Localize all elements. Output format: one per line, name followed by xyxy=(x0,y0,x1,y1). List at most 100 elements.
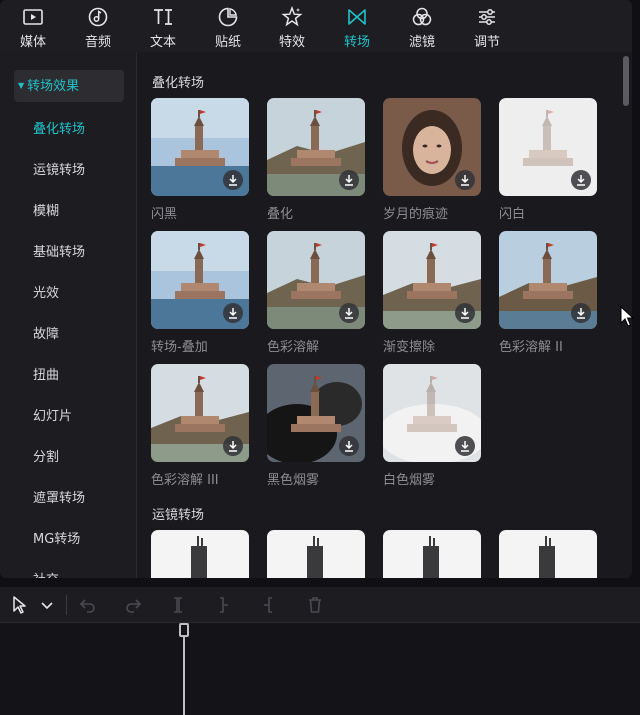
download-icon[interactable] xyxy=(571,303,591,323)
transition-card[interactable]: 闪白 xyxy=(499,98,597,222)
tab-adjust[interactable]: 调节 xyxy=(459,6,515,50)
media-icon xyxy=(23,9,43,25)
trim-left-icon[interactable] xyxy=(213,595,233,615)
tab-label: 贴纸 xyxy=(214,35,241,50)
effects-icon xyxy=(281,6,303,27)
tab-sticker[interactable]: 贴纸 xyxy=(200,6,256,50)
download-icon[interactable] xyxy=(223,170,243,190)
redo-icon[interactable] xyxy=(123,595,143,615)
audio-icon xyxy=(88,7,108,27)
transition-card[interactable]: 黑色烟雾 xyxy=(267,364,365,488)
download-icon[interactable] xyxy=(455,303,475,323)
transition-card[interactable]: 色彩溶解 II xyxy=(499,231,597,355)
sidebar-item-blur[interactable]: 模糊 xyxy=(33,202,59,222)
transition-thumbnail[interactable] xyxy=(383,231,481,329)
tab-label: 调节 xyxy=(473,35,500,50)
download-icon[interactable] xyxy=(339,303,359,323)
sidebar-item-light[interactable]: 光效 xyxy=(33,284,59,304)
transition-thumbnail[interactable] xyxy=(383,98,481,196)
transition-thumbnail[interactable] xyxy=(151,364,249,462)
section-title: 叠化转场 xyxy=(152,76,205,91)
tab-text[interactable]: 文本 xyxy=(135,6,191,50)
transition-card[interactable] xyxy=(499,530,597,578)
transition-thumbnail[interactable] xyxy=(267,98,365,196)
download-icon[interactable] xyxy=(339,436,359,456)
adjust-icon xyxy=(479,9,495,25)
transition-card[interactable]: 闪黑 xyxy=(151,98,249,222)
transition-thumbnail[interactable] xyxy=(499,231,597,329)
sidebar-item-glitch[interactable]: 故障 xyxy=(33,325,59,345)
scrollbar[interactable] xyxy=(623,56,629,106)
sidebar-item-mask[interactable]: 遮罩转场 xyxy=(33,489,85,509)
transition-thumbnail[interactable] xyxy=(151,530,249,578)
transition-card[interactable]: 色彩溶解 III xyxy=(151,364,249,488)
toolbar-divider xyxy=(66,595,67,615)
sidebar-item-slideshow[interactable]: 幻灯片 xyxy=(33,407,72,427)
download-icon[interactable] xyxy=(571,170,591,190)
transition-card[interactable] xyxy=(267,530,365,578)
download-icon[interactable] xyxy=(223,303,243,323)
timeline-track-area[interactable] xyxy=(0,623,640,715)
transition-label: 岁月的痕迹 xyxy=(383,207,449,222)
download-icon[interactable] xyxy=(455,436,475,456)
chevron-down-icon[interactable] xyxy=(37,595,57,615)
transition-thumbnail[interactable] xyxy=(499,530,597,578)
transition-label: 色彩溶解 III xyxy=(151,473,219,488)
tab-effects[interactable]: 特效 xyxy=(264,6,320,50)
download-icon[interactable] xyxy=(455,170,475,190)
playhead-handle[interactable] xyxy=(179,623,189,637)
transition-thumbnail[interactable] xyxy=(267,530,365,578)
transition-label: 色彩溶解 II xyxy=(499,340,563,355)
tab-transition[interactable]: 转场 xyxy=(329,6,385,50)
tab-filter[interactable]: 滤镜 xyxy=(394,6,450,50)
tab-label: 音频 xyxy=(84,35,111,50)
sidebar-item-distort[interactable]: 扭曲 xyxy=(33,366,59,386)
delete-icon[interactable] xyxy=(305,595,325,615)
sidebar-header-transition-effects[interactable]: ▼ 转场效果 xyxy=(14,70,124,102)
sidebar-item-basic[interactable]: 基础转场 xyxy=(33,243,85,263)
transition-thumbnail[interactable] xyxy=(267,364,365,462)
transition-card[interactable]: 叠化 xyxy=(267,98,365,222)
caret-down-icon: ▼ xyxy=(18,81,25,90)
undo-icon[interactable] xyxy=(78,595,98,615)
transition-label: 白色烟雾 xyxy=(383,473,436,488)
sidebar-item-camera[interactable]: 运镜转场 xyxy=(33,161,85,181)
transition-thumbnail[interactable] xyxy=(151,231,249,329)
text-icon xyxy=(154,9,172,25)
transition-card[interactable]: 色彩溶解 xyxy=(267,231,365,355)
transition-icon xyxy=(348,9,366,25)
mouse-cursor-icon xyxy=(620,306,634,327)
transition-card[interactable]: 渐变擦除 xyxy=(383,231,481,355)
sidebar-item-dissolve[interactable]: 叠化转场 xyxy=(33,120,85,140)
transition-card[interactable] xyxy=(151,530,249,578)
sidebar-item-split[interactable]: 分割 xyxy=(33,448,59,468)
transition-thumbnail[interactable] xyxy=(383,364,481,462)
tab-audio[interactable]: 音频 xyxy=(70,6,126,50)
category-sidebar: ▼ 转场效果 叠化转场 运镜转场 模糊 基础转场 光效 故障 扭曲 幻灯片 分割 … xyxy=(0,52,137,578)
sidebar-header-label: 转场效果 xyxy=(27,79,80,94)
sticker-icon xyxy=(218,7,238,27)
trim-right-icon[interactable] xyxy=(259,595,279,615)
download-icon[interactable] xyxy=(339,170,359,190)
tab-label: 文本 xyxy=(149,35,176,50)
transition-card[interactable]: 岁月的痕迹 xyxy=(383,98,481,222)
sidebar-item-mg[interactable]: MG转场 xyxy=(33,530,80,550)
tab-label: 转场 xyxy=(343,35,370,50)
section-title: 运镜转场 xyxy=(152,508,205,523)
transition-thumbnail[interactable] xyxy=(499,98,597,196)
transition-label: 黑色烟雾 xyxy=(267,473,320,488)
transition-label: 闪白 xyxy=(499,207,526,222)
download-icon[interactable] xyxy=(223,436,243,456)
sidebar-item-social[interactable]: 社交 xyxy=(33,571,59,578)
transition-label: 闪黑 xyxy=(151,207,178,222)
transition-card[interactable]: 白色烟雾 xyxy=(383,364,481,488)
transition-card[interactable] xyxy=(383,530,481,578)
select-pointer-icon[interactable] xyxy=(10,595,30,615)
split-icon[interactable] xyxy=(168,595,188,615)
transition-thumbnail[interactable] xyxy=(151,98,249,196)
transition-card[interactable]: 转场-叠加 xyxy=(151,231,249,355)
tab-media[interactable]: 媒体 xyxy=(5,6,61,50)
transition-thumbnail[interactable] xyxy=(267,231,365,329)
transition-thumbnail[interactable] xyxy=(383,530,481,578)
timeline-toolbar xyxy=(0,587,640,623)
